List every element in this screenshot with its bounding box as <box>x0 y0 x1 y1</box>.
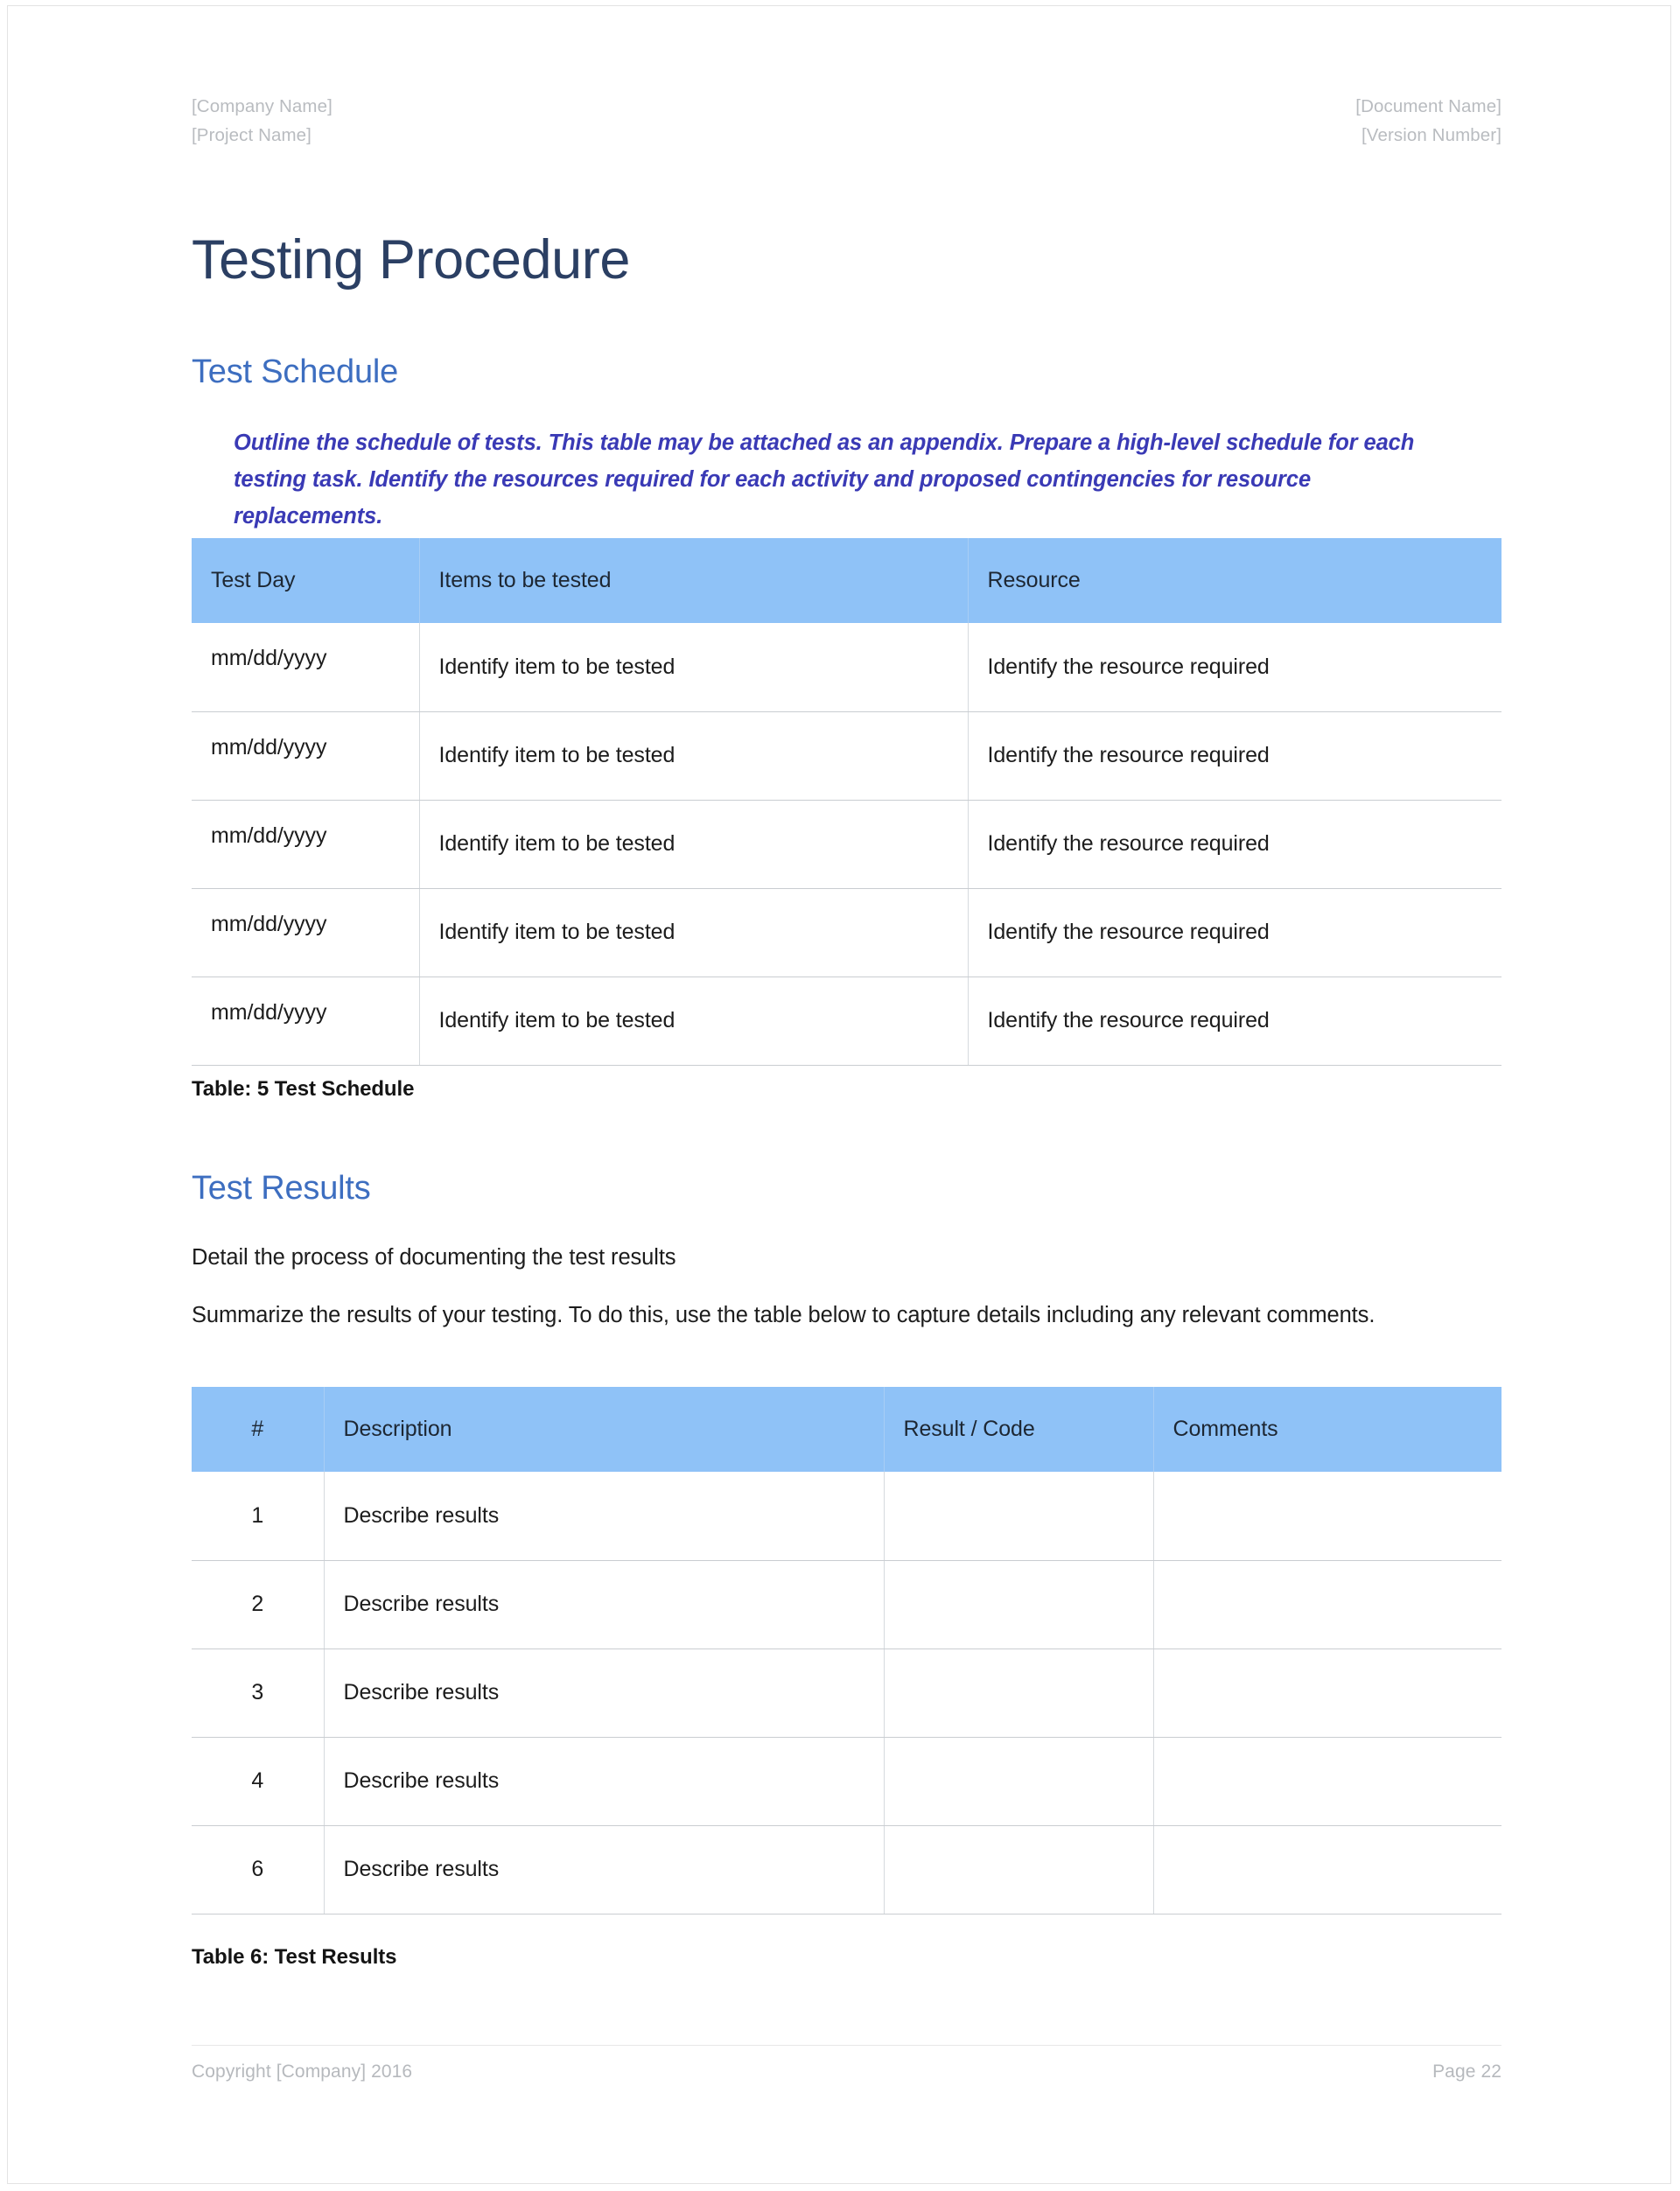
test-schedule-table: Test Day Items to be tested Resource mm/… <box>192 538 1502 1066</box>
footer-page-number: Page 22 <box>1432 2062 1502 2082</box>
cell-item[interactable]: Identify item to be tested <box>419 800 969 889</box>
table-row: 4 Describe results <box>192 1737 1502 1826</box>
cell-row-number[interactable]: 3 <box>192 1648 325 1738</box>
cell-test-day[interactable]: mm/dd/yyyy <box>192 976 420 1066</box>
table-row: 2 Describe results <box>192 1560 1502 1649</box>
table-row: mm/dd/yyyy Identify item to be tested Id… <box>192 976 1502 1066</box>
cell-resource[interactable]: Identify the resource required <box>968 976 1502 1066</box>
test-results-table: # Description Result / Code Comments 1 D… <box>192 1387 1502 1914</box>
running-header: [Company Name] [Project Name] [Document … <box>192 92 1502 150</box>
table-header-row: # Description Result / Code Comments <box>192 1387 1502 1472</box>
cell-item[interactable]: Identify item to be tested <box>419 976 969 1066</box>
cell-resource[interactable]: Identify the resource required <box>968 888 1502 977</box>
column-header-resource: Resource <box>968 538 1502 623</box>
cell-result-code[interactable] <box>884 1560 1154 1649</box>
cell-description[interactable]: Describe results <box>324 1472 885 1561</box>
header-right-block: [Document Name] [Version Number] <box>1355 92 1502 150</box>
page-footer: Copyright [Company] 2016 Page 22 <box>192 2045 1502 2084</box>
column-header-result-code: Result / Code <box>884 1387 1154 1472</box>
caption-table-6: Table 6: Test Results <box>192 1945 397 1969</box>
page-content: [Company Name] [Project Name] [Document … <box>8 6 1670 2183</box>
cell-row-number[interactable]: 2 <box>192 1560 325 1649</box>
footer-copyright: Copyright [Company] 2016 <box>192 2062 413 2082</box>
header-document-name: [Document Name] <box>1355 96 1502 116</box>
column-header-test-day: Test Day <box>192 538 420 623</box>
cell-comments[interactable] <box>1153 1560 1502 1649</box>
table-row: 1 Describe results <box>192 1472 1502 1561</box>
document-page: [Company Name] [Project Name] [Document … <box>7 5 1671 2184</box>
cell-description[interactable]: Describe results <box>324 1825 885 1914</box>
page-title: Testing Procedure <box>192 229 630 291</box>
cell-comments[interactable] <box>1153 1825 1502 1914</box>
section-heading-test-schedule: Test Schedule <box>192 353 399 390</box>
table-row: mm/dd/yyyy Identify item to be tested Id… <box>192 888 1502 977</box>
cell-resource[interactable]: Identify the resource required <box>968 711 1502 801</box>
cell-result-code[interactable] <box>884 1825 1154 1914</box>
column-header-number: # <box>192 1387 325 1472</box>
cell-comments[interactable] <box>1153 1648 1502 1738</box>
header-company-name: [Company Name] <box>192 96 332 116</box>
table-row: 3 Describe results <box>192 1648 1502 1738</box>
header-left-block: [Company Name] [Project Name] <box>192 92 332 150</box>
cell-result-code[interactable] <box>884 1737 1154 1826</box>
table-row: mm/dd/yyyy Identify item to be tested Id… <box>192 623 1502 712</box>
cell-result-code[interactable] <box>884 1648 1154 1738</box>
column-header-items-to-be-tested: Items to be tested <box>419 538 969 623</box>
cell-description[interactable]: Describe results <box>324 1737 885 1826</box>
cell-description[interactable]: Describe results <box>324 1648 885 1738</box>
cell-comments[interactable] <box>1153 1472 1502 1561</box>
column-header-comments: Comments <box>1153 1387 1502 1472</box>
cell-resource[interactable]: Identify the resource required <box>968 800 1502 889</box>
test-results-paragraph-1: Detail the process of documenting the te… <box>192 1244 676 1270</box>
header-project-name: [Project Name] <box>192 125 312 145</box>
cell-row-number[interactable]: 4 <box>192 1737 325 1826</box>
column-header-description: Description <box>324 1387 885 1472</box>
cell-row-number[interactable]: 1 <box>192 1472 325 1561</box>
caption-table-5: Table: 5 Test Schedule <box>192 1077 415 1101</box>
section-heading-test-results: Test Results <box>192 1169 371 1207</box>
test-results-paragraph-2: Summarize the results of your testing. T… <box>192 1302 1376 1327</box>
cell-item[interactable]: Identify item to be tested <box>419 888 969 977</box>
table-row: mm/dd/yyyy Identify item to be tested Id… <box>192 800 1502 889</box>
cell-test-day[interactable]: mm/dd/yyyy <box>192 711 420 801</box>
table-row: 6 Describe results <box>192 1825 1502 1914</box>
test-schedule-instruction: Outline the schedule of tests. This tabl… <box>234 430 1415 528</box>
cell-test-day[interactable]: mm/dd/yyyy <box>192 888 420 977</box>
cell-item[interactable]: Identify item to be tested <box>419 711 969 801</box>
cell-row-number[interactable]: 6 <box>192 1825 325 1914</box>
cell-test-day[interactable]: mm/dd/yyyy <box>192 800 420 889</box>
cell-resource[interactable]: Identify the resource required <box>968 623 1502 712</box>
cell-test-day[interactable]: mm/dd/yyyy <box>192 623 420 712</box>
table-row: mm/dd/yyyy Identify item to be tested Id… <box>192 711 1502 801</box>
cell-result-code[interactable] <box>884 1472 1154 1561</box>
cell-item[interactable]: Identify item to be tested <box>419 623 969 712</box>
table-header-row: Test Day Items to be tested Resource <box>192 538 1502 623</box>
cell-description[interactable]: Describe results <box>324 1560 885 1649</box>
header-version-number: [Version Number] <box>1362 125 1502 145</box>
cell-comments[interactable] <box>1153 1737 1502 1826</box>
